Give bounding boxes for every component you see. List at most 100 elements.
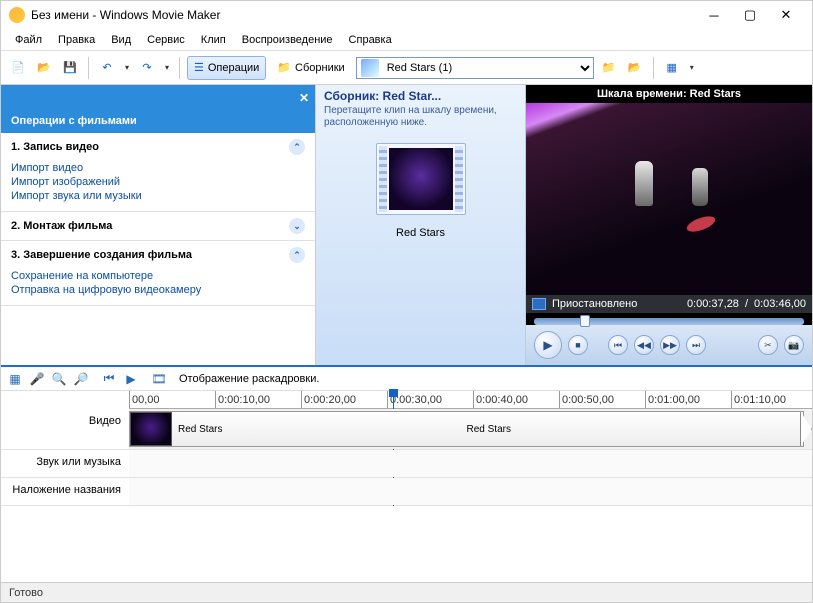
play-timeline-icon[interactable]: ▶: [123, 371, 139, 387]
snapshot-button[interactable]: 📷: [784, 335, 804, 355]
collections-button[interactable]: 📁 Сборники: [270, 56, 351, 80]
timeline-clip-label: Red Stars: [467, 424, 511, 435]
collection-title: Сборник: Red Star...: [316, 85, 525, 105]
preview-time-total: 0:03:46,00: [754, 298, 806, 310]
titlebar: Без имени - Windows Movie Maker ─ ▢ ✕: [1, 1, 812, 29]
close-button[interactable]: ✕: [768, 3, 804, 27]
section-finish-title: 3. Завершение создания фильма: [11, 249, 192, 261]
tasks-icon: ☰: [194, 61, 204, 74]
minimize-button[interactable]: ─: [696, 3, 732, 27]
section-capture: 1. Запись видео ⌃ Импорт видео Импорт из…: [1, 133, 315, 212]
next-button[interactable]: ⏭: [686, 335, 706, 355]
narration-icon[interactable]: 🎤: [29, 371, 45, 387]
separator: [653, 57, 654, 79]
collection-clip[interactable]: Red Stars: [376, 143, 466, 251]
separator: [179, 57, 180, 79]
menu-service[interactable]: Сервис: [139, 31, 193, 49]
timeline-clip[interactable]: Red Stars Red Stars: [129, 411, 804, 447]
section-finish-links: Сохранение на компьютере Отправка на циф…: [1, 269, 315, 305]
preview-video[interactable]: [526, 103, 812, 295]
split-button[interactable]: ✂: [758, 335, 778, 355]
undo-button[interactable]: ↶: [96, 57, 118, 79]
zoom-in-icon[interactable]: 🔍: [51, 371, 67, 387]
tasks-title: Операции с фильмами: [11, 115, 137, 127]
link-send-camera[interactable]: Отправка на цифровую видеокамеру: [11, 283, 305, 297]
preview-controls: ▶ ■ ⏮ ◀◀ ▶▶ ⏭ ✂ 📷: [526, 325, 812, 365]
tasks-header: Операции с фильмами ✕: [1, 85, 315, 133]
video-figure: [692, 168, 708, 206]
menu-playback[interactable]: Воспроизведение: [234, 31, 341, 49]
folder-icon: 📁: [277, 61, 291, 74]
redo-dropdown[interactable]: ▾: [162, 63, 172, 72]
link-import-images[interactable]: Импорт изображений: [11, 175, 305, 189]
ruler-tick: 0:00:10,00: [215, 391, 270, 408]
track-title-content[interactable]: [129, 478, 812, 505]
new-folder-icon: 📂: [628, 61, 642, 74]
tasks-close-icon[interactable]: ✕: [299, 91, 309, 105]
play-button[interactable]: ▶: [534, 331, 562, 359]
preview-seek-bar[interactable]: [534, 318, 804, 325]
timeline-clip-label: Red Stars: [178, 424, 222, 435]
preview-pane: Шкала времени: Red Stars Приостановлено …: [526, 85, 812, 365]
link-import-video[interactable]: Импорт видео: [11, 161, 305, 175]
collections-label: Сборники: [295, 62, 345, 74]
step-back-button[interactable]: ◀◀: [634, 335, 654, 355]
operations-button[interactable]: ☰ Операции: [187, 56, 266, 80]
section-edit-header[interactable]: 2. Монтаж фильма ⌄: [1, 212, 315, 240]
section-finish: 3. Завершение создания фильма ⌃ Сохранен…: [1, 241, 315, 306]
link-import-audio[interactable]: Импорт звука или музыки: [11, 189, 305, 203]
redo-button[interactable]: ↷: [136, 57, 158, 79]
zoom-out-icon[interactable]: 🔎: [73, 371, 89, 387]
operations-label: Операции: [208, 62, 259, 74]
app-icon: [9, 7, 25, 23]
time-sep: /: [745, 298, 748, 310]
rewind-icon[interactable]: ⏮: [101, 371, 117, 387]
maximize-button[interactable]: ▢: [732, 3, 768, 27]
section-capture-header[interactable]: 1. Запись видео ⌃: [1, 133, 315, 161]
track-audio-content[interactable]: [129, 450, 812, 477]
collection-select[interactable]: Red Stars (1): [383, 58, 593, 78]
prev-button[interactable]: ⏮: [608, 335, 628, 355]
stop-button[interactable]: ■: [568, 335, 588, 355]
track-video-content[interactable]: Red Stars Red Stars: [129, 409, 812, 449]
storyboard-icon[interactable]: 🎞: [151, 371, 167, 387]
views-button[interactable]: ▦: [661, 57, 683, 79]
menu-help[interactable]: Справка: [341, 31, 400, 49]
timeline-toolbar-label[interactable]: Отображение раскадровки.: [179, 373, 319, 385]
undo-dropdown[interactable]: ▾: [122, 63, 132, 72]
open-button[interactable]: 📂: [33, 57, 55, 79]
track-video-label: Видео: [1, 409, 129, 449]
save-button[interactable]: 💾: [59, 57, 81, 79]
menu-edit[interactable]: Правка: [50, 31, 103, 49]
timeline-ruler[interactable]: 00,00 0:00:10,00 0:00:20,00 0:00:30,00 0…: [129, 391, 812, 409]
link-save-computer[interactable]: Сохранение на компьютере: [11, 269, 305, 283]
open-icon: 📂: [37, 61, 51, 74]
new-button[interactable]: 📄: [7, 57, 29, 79]
up-level-button[interactable]: 📁: [598, 57, 620, 79]
clip-filmframe: [376, 143, 466, 215]
views-dropdown[interactable]: ▾: [687, 63, 697, 72]
ruler-tick: 0:01:10,00: [731, 391, 786, 408]
menu-file[interactable]: Файл: [7, 31, 50, 49]
timeline-clip-end[interactable]: [800, 411, 812, 447]
timeline-toolbar: ▦ 🎤 🔍 🔎 ⏮ ▶ 🎞 Отображение раскадровки.: [1, 367, 812, 391]
menu-clip[interactable]: Клип: [193, 31, 234, 49]
clip-thumbnail: [389, 148, 453, 210]
track-title: Наложение названия: [1, 478, 812, 506]
video-figure: [635, 161, 653, 206]
collection-combo[interactable]: Red Stars (1): [356, 57, 594, 79]
step-fwd-button[interactable]: ▶▶: [660, 335, 680, 355]
section-edit: 2. Монтаж фильма ⌄: [1, 212, 315, 241]
seek-knob[interactable]: [580, 315, 590, 327]
ruler-tick: 0:00:20,00: [301, 391, 356, 408]
chevron-down-icon: ⌄: [289, 218, 305, 234]
track-video: Видео Red Stars Red Stars: [1, 409, 812, 450]
new-folder-button[interactable]: 📂: [624, 57, 646, 79]
toolbar: 📄 📂 💾 ↶ ▾ ↷ ▾ ☰ Операции 📁 Сборники Red St…: [1, 51, 812, 85]
section-finish-header[interactable]: 3. Завершение создания фильма ⌃: [1, 241, 315, 269]
timeline-view-icon[interactable]: ▦: [7, 371, 23, 387]
preview-status-bar: Приостановлено 0:00:37,28 / 0:03:46,00: [526, 295, 812, 313]
preview-time-current: 0:00:37,28: [687, 298, 739, 310]
menu-view[interactable]: Вид: [103, 31, 139, 49]
track-audio-label: Звук или музыка: [1, 450, 129, 477]
